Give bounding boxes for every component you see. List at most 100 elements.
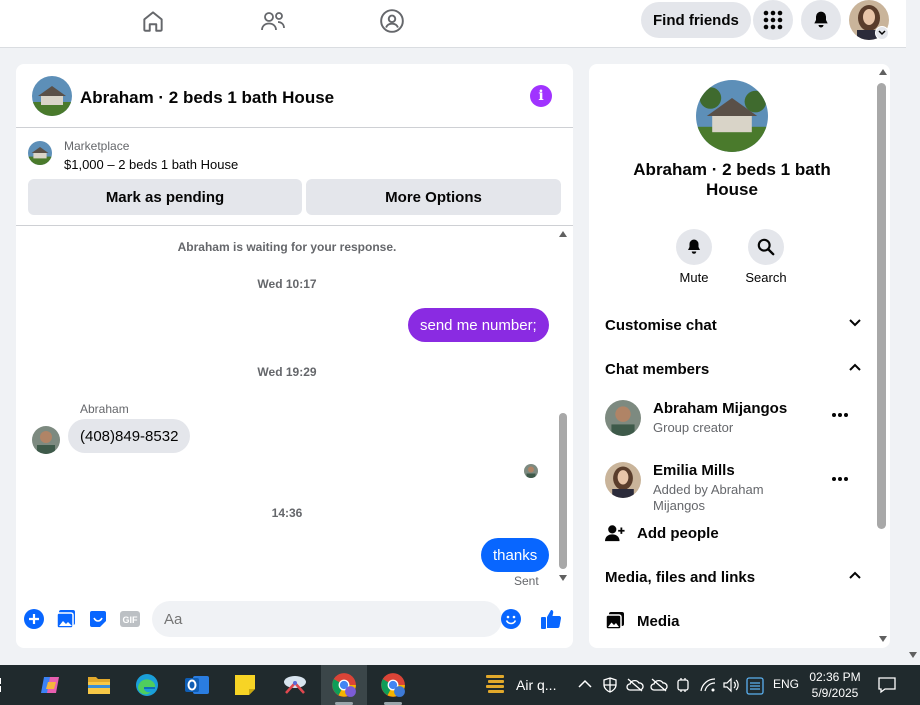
mute-button[interactable] bbox=[676, 229, 712, 265]
read-receipt-avatar bbox=[524, 464, 538, 478]
member-avatar[interactable] bbox=[605, 462, 641, 498]
file-explorer-icon[interactable] bbox=[76, 665, 122, 705]
chat-members-section[interactable]: Chat members bbox=[605, 361, 861, 381]
notifications-button[interactable] bbox=[801, 0, 841, 40]
edge-icon[interactable] bbox=[124, 665, 170, 705]
thumbs-up-icon[interactable] bbox=[539, 607, 563, 631]
grid-icon bbox=[763, 10, 783, 30]
member-role: Group creator bbox=[653, 420, 734, 435]
info-icon[interactable]: i bbox=[530, 85, 552, 107]
message-sender: Abraham bbox=[80, 402, 129, 416]
add-person-icon bbox=[605, 525, 625, 542]
home-icon[interactable] bbox=[135, 6, 171, 36]
snipping-tool-icon[interactable] bbox=[272, 665, 318, 705]
bell-icon bbox=[688, 239, 700, 254]
outlook-icon[interactable] bbox=[174, 665, 220, 705]
search-icon bbox=[757, 238, 775, 256]
cloud-off-icon[interactable] bbox=[650, 677, 668, 693]
chat-info-panel: Abraham · 2 beds 1 bath House Mute Searc… bbox=[589, 64, 890, 648]
message-input[interactable] bbox=[152, 601, 502, 637]
message-bubble-outgoing[interactable]: send me number; bbox=[408, 308, 549, 342]
chrome-icon[interactable] bbox=[370, 665, 416, 705]
input-indicator-icon[interactable] bbox=[746, 677, 764, 695]
sticker-icon[interactable] bbox=[87, 608, 109, 630]
gif-icon[interactable]: GIF bbox=[119, 608, 141, 630]
member-row[interactable]: Abraham Mijangos Group creator bbox=[605, 400, 865, 440]
listing-summary[interactable]: $1,000 – 2 beds 1 bath House bbox=[64, 157, 238, 172]
add-people-button[interactable]: Add people bbox=[605, 523, 719, 543]
listing-thumbnail[interactable] bbox=[28, 141, 52, 165]
wifi-icon[interactable] bbox=[700, 677, 716, 693]
photo-icon[interactable] bbox=[55, 608, 77, 630]
member-role: Added by Abraham Mijangos bbox=[653, 482, 764, 513]
chevron-down-icon[interactable] bbox=[875, 26, 889, 40]
cloud-off-icon[interactable] bbox=[626, 677, 644, 693]
emoji-icon[interactable] bbox=[500, 608, 522, 630]
top-nav: Find friends bbox=[0, 0, 906, 48]
message-list: Abraham is waiting for your response. We… bbox=[16, 227, 573, 599]
member-name: Emilia Mills bbox=[653, 462, 735, 479]
message-bubble-incoming[interactable]: (408)849-8532 bbox=[68, 419, 191, 453]
message-scroll-thumb[interactable] bbox=[559, 413, 567, 569]
timestamp: Wed 10:17 bbox=[257, 277, 317, 291]
member-avatar[interactable] bbox=[605, 400, 641, 436]
air-quality-icon[interactable] bbox=[472, 665, 518, 705]
mark-as-pending-button[interactable]: Mark as pending bbox=[28, 179, 302, 215]
timestamp: Wed 19:29 bbox=[257, 365, 317, 379]
clock[interactable]: 02:36 PM 5/9/2025 bbox=[802, 669, 868, 701]
window-scrollbar[interactable] bbox=[906, 0, 920, 665]
composer: GIF bbox=[16, 600, 573, 648]
chevron-up-icon[interactable] bbox=[578, 679, 592, 689]
add-people-label: Add people bbox=[637, 524, 719, 542]
groups-icon[interactable] bbox=[374, 6, 410, 36]
more-options-button[interactable]: More Options bbox=[306, 179, 561, 215]
message-status: Sent bbox=[514, 574, 539, 588]
member-name: Abraham Mijangos bbox=[653, 400, 788, 417]
chat-header: Abraham · 2 beds 1 bath House i bbox=[16, 64, 573, 128]
bell-icon bbox=[814, 11, 828, 28]
media-files-links-section[interactable]: Media, files and links bbox=[605, 569, 861, 589]
copilot-icon[interactable] bbox=[28, 665, 74, 705]
sticky-notes-icon[interactable] bbox=[222, 665, 268, 705]
waiting-notice: Abraham is waiting for your response. bbox=[177, 240, 397, 254]
clock-date: 5/9/2025 bbox=[811, 686, 859, 700]
more-icon[interactable] bbox=[831, 476, 849, 482]
shield-icon[interactable] bbox=[602, 677, 618, 693]
search-label: Search bbox=[745, 270, 787, 285]
chat-avatar[interactable] bbox=[32, 76, 72, 116]
search-button[interactable] bbox=[748, 229, 784, 265]
weather-label[interactable]: Air q... bbox=[516, 677, 556, 693]
customise-chat-section[interactable]: Customise chat bbox=[605, 317, 861, 337]
section-label: Chat members bbox=[605, 361, 710, 378]
marketplace-label: Marketplace bbox=[64, 139, 130, 153]
media-label: Media bbox=[637, 612, 680, 630]
media-icon bbox=[605, 612, 624, 630]
speaker-icon[interactable] bbox=[722, 677, 740, 693]
menu-grid-button[interactable] bbox=[753, 0, 793, 40]
clock-time: 02:36 PM bbox=[809, 670, 861, 684]
more-icon[interactable] bbox=[831, 412, 849, 418]
language-indicator[interactable]: ENG bbox=[773, 677, 799, 691]
chevron-down-icon bbox=[849, 319, 861, 327]
chat-panel: Abraham · 2 beds 1 bath House i Marketpl… bbox=[16, 64, 573, 648]
plus-icon[interactable] bbox=[23, 608, 45, 630]
message-bubble-outgoing[interactable]: thanks bbox=[481, 538, 550, 572]
taskbar: Air q... ENG 02:36 PM 5/9/2025 bbox=[0, 665, 920, 705]
group-avatar[interactable] bbox=[696, 80, 768, 152]
sender-avatar[interactable] bbox=[32, 426, 60, 454]
timestamp: 14:36 bbox=[271, 506, 303, 520]
notification-center-icon[interactable] bbox=[878, 676, 896, 694]
chevron-up-icon bbox=[849, 363, 861, 371]
media-item[interactable]: Media bbox=[605, 611, 680, 631]
device-icon[interactable] bbox=[676, 677, 690, 693]
section-label: Customise chat bbox=[605, 317, 717, 334]
widgets-icon[interactable] bbox=[0, 665, 10, 705]
group-title: Abraham · 2 beds 1 bath House bbox=[633, 160, 831, 199]
member-row[interactable]: Emilia Mills Added by Abraham Mijangos bbox=[605, 462, 865, 513]
chrome-icon-active[interactable] bbox=[321, 665, 367, 705]
svg-text:GIF: GIF bbox=[123, 615, 139, 625]
chat-title[interactable]: Abraham · 2 beds 1 bath House bbox=[80, 88, 334, 108]
find-friends-button[interactable]: Find friends bbox=[641, 2, 751, 38]
friends-icon[interactable] bbox=[255, 6, 291, 36]
info-panel-scroll-thumb[interactable] bbox=[877, 83, 886, 529]
